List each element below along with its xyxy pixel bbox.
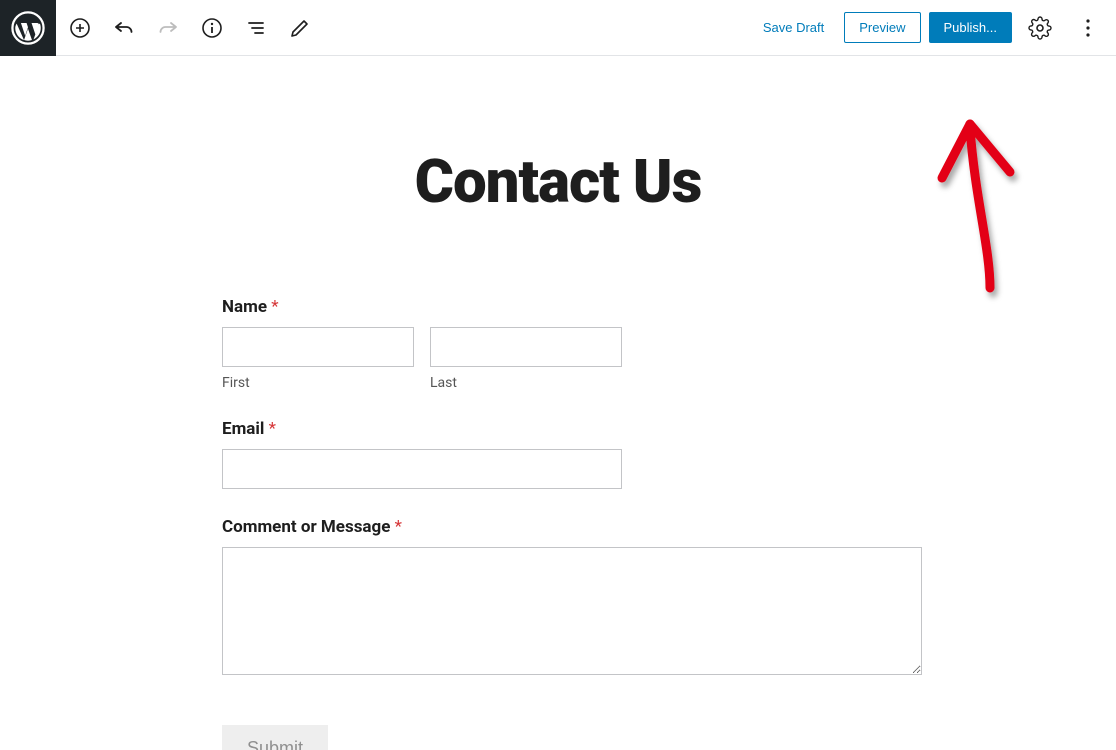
publish-button[interactable]: Publish... xyxy=(929,12,1012,43)
required-mark: * xyxy=(269,419,276,439)
message-label: Comment or Message * xyxy=(222,517,922,537)
plus-circle-icon xyxy=(68,16,92,40)
last-name-caption: Last xyxy=(430,375,622,391)
more-options-button[interactable] xyxy=(1068,8,1108,48)
email-label-text: Email xyxy=(222,419,264,439)
settings-button[interactable] xyxy=(1020,8,1060,48)
edit-button[interactable] xyxy=(280,8,320,48)
required-mark: * xyxy=(395,517,402,537)
last-name-input[interactable] xyxy=(430,327,622,367)
message-field: Comment or Message * xyxy=(222,517,922,679)
message-textarea[interactable] xyxy=(222,547,922,675)
required-mark: * xyxy=(271,297,278,317)
email-input[interactable] xyxy=(222,449,622,489)
editor-toolbar: Save Draft Preview Publish... xyxy=(0,0,1116,56)
undo-icon xyxy=(112,16,136,40)
toolbar-right: Save Draft Preview Publish... xyxy=(751,8,1108,48)
wordpress-logo[interactable] xyxy=(0,0,56,56)
email-field: Email * xyxy=(222,419,922,489)
email-label: Email * xyxy=(222,419,922,439)
undo-button[interactable] xyxy=(104,8,144,48)
first-name-input[interactable] xyxy=(222,327,414,367)
submit-button[interactable]: Submit xyxy=(222,725,328,750)
wordpress-icon xyxy=(11,11,45,45)
first-name-caption: First xyxy=(222,375,414,391)
name-label-text: Name xyxy=(222,297,267,317)
name-inputs: First Last xyxy=(222,327,922,391)
add-block-button[interactable] xyxy=(60,8,100,48)
gear-icon xyxy=(1028,16,1052,40)
details-button[interactable] xyxy=(192,8,232,48)
save-draft-button[interactable]: Save Draft xyxy=(751,12,836,43)
kebab-icon xyxy=(1076,16,1100,40)
page-title[interactable]: Contact Us xyxy=(0,146,1116,217)
name-label: Name * xyxy=(222,297,922,317)
redo-icon xyxy=(156,16,180,40)
list-icon xyxy=(244,16,268,40)
pencil-icon xyxy=(288,16,312,40)
preview-button[interactable]: Preview xyxy=(844,12,920,43)
info-icon xyxy=(200,16,224,40)
name-field: Name * First Last xyxy=(222,297,922,391)
message-label-text: Comment or Message xyxy=(222,517,390,537)
contact-form-block: Name * First Last Email * xyxy=(222,297,922,750)
redo-button xyxy=(148,8,188,48)
outline-button[interactable] xyxy=(236,8,276,48)
toolbar-left xyxy=(0,0,320,55)
editor-canvas: Contact Us Name * First Last Ema xyxy=(0,56,1116,750)
